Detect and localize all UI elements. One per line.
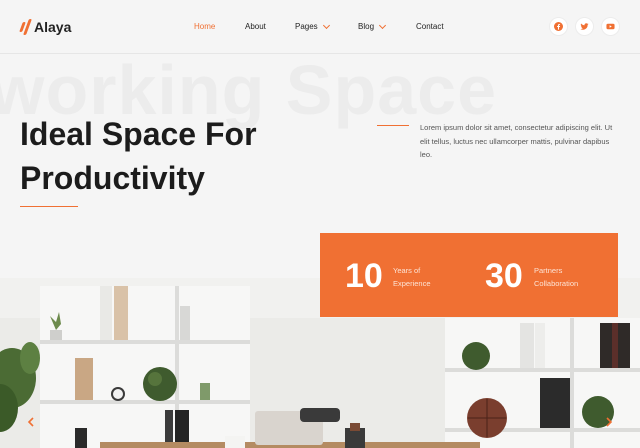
page: Alaya Home About Pages Blog Contact work…: [0, 0, 640, 448]
nav-item-pages[interactable]: Pages: [295, 21, 330, 31]
slider-next-button[interactable]: [604, 414, 614, 427]
stat-label-line: Collaboration: [534, 279, 579, 288]
youtube-icon: [606, 23, 615, 30]
nav-item-label: Home: [194, 22, 216, 31]
title-underline: [20, 206, 78, 207]
stat-label-line: Experience: [393, 279, 431, 288]
twitter-button[interactable]: [575, 17, 594, 36]
nav-item-about[interactable]: About: [245, 22, 266, 31]
nav-item-label: Contact: [416, 22, 444, 31]
logo-icon: [19, 19, 32, 35]
chevron-down-icon: [378, 21, 387, 29]
stat-label-line: Years of: [393, 266, 421, 275]
description-accent-line: [377, 125, 409, 126]
youtube-button[interactable]: [601, 17, 620, 36]
stat-label: Years of Experience: [393, 264, 453, 290]
nav-item-label: Blog: [358, 22, 375, 31]
facebook-icon: [554, 22, 563, 31]
site-header: Alaya Home About Pages Blog Contact: [0, 0, 640, 54]
nav-item-home[interactable]: Home: [194, 22, 215, 31]
stats-box: 10 Years of Experience 30 Partners Colla…: [320, 233, 618, 317]
logo-text: Alaya: [34, 19, 72, 35]
hero-title-line: Ideal Space For: [20, 116, 257, 152]
chevron-left-icon: [27, 417, 34, 427]
slider-prev-button[interactable]: [26, 414, 36, 427]
stat-value: 30: [485, 257, 523, 295]
hero-title-line: Productivity: [20, 160, 205, 196]
logo[interactable]: Alaya: [19, 17, 72, 37]
stat-label: Partners Collaboration: [534, 264, 594, 290]
twitter-icon: [580, 23, 589, 30]
nav-item-label: About: [245, 22, 266, 31]
stat-label-line: Partners: [534, 266, 563, 275]
chevron-down-icon: [322, 21, 330, 29]
stat-value: 10: [345, 257, 383, 295]
hero-title: Ideal Space For Productivity: [20, 112, 340, 200]
hero-description: Lorem ipsum dolor sit amet, consectetur …: [420, 123, 613, 159]
nav-item-label: Pages: [295, 22, 318, 31]
nav-item-blog[interactable]: Blog: [358, 21, 387, 31]
nav-item-contact[interactable]: Contact: [416, 22, 444, 31]
chevron-right-icon: [606, 417, 613, 427]
facebook-button[interactable]: [549, 17, 568, 36]
